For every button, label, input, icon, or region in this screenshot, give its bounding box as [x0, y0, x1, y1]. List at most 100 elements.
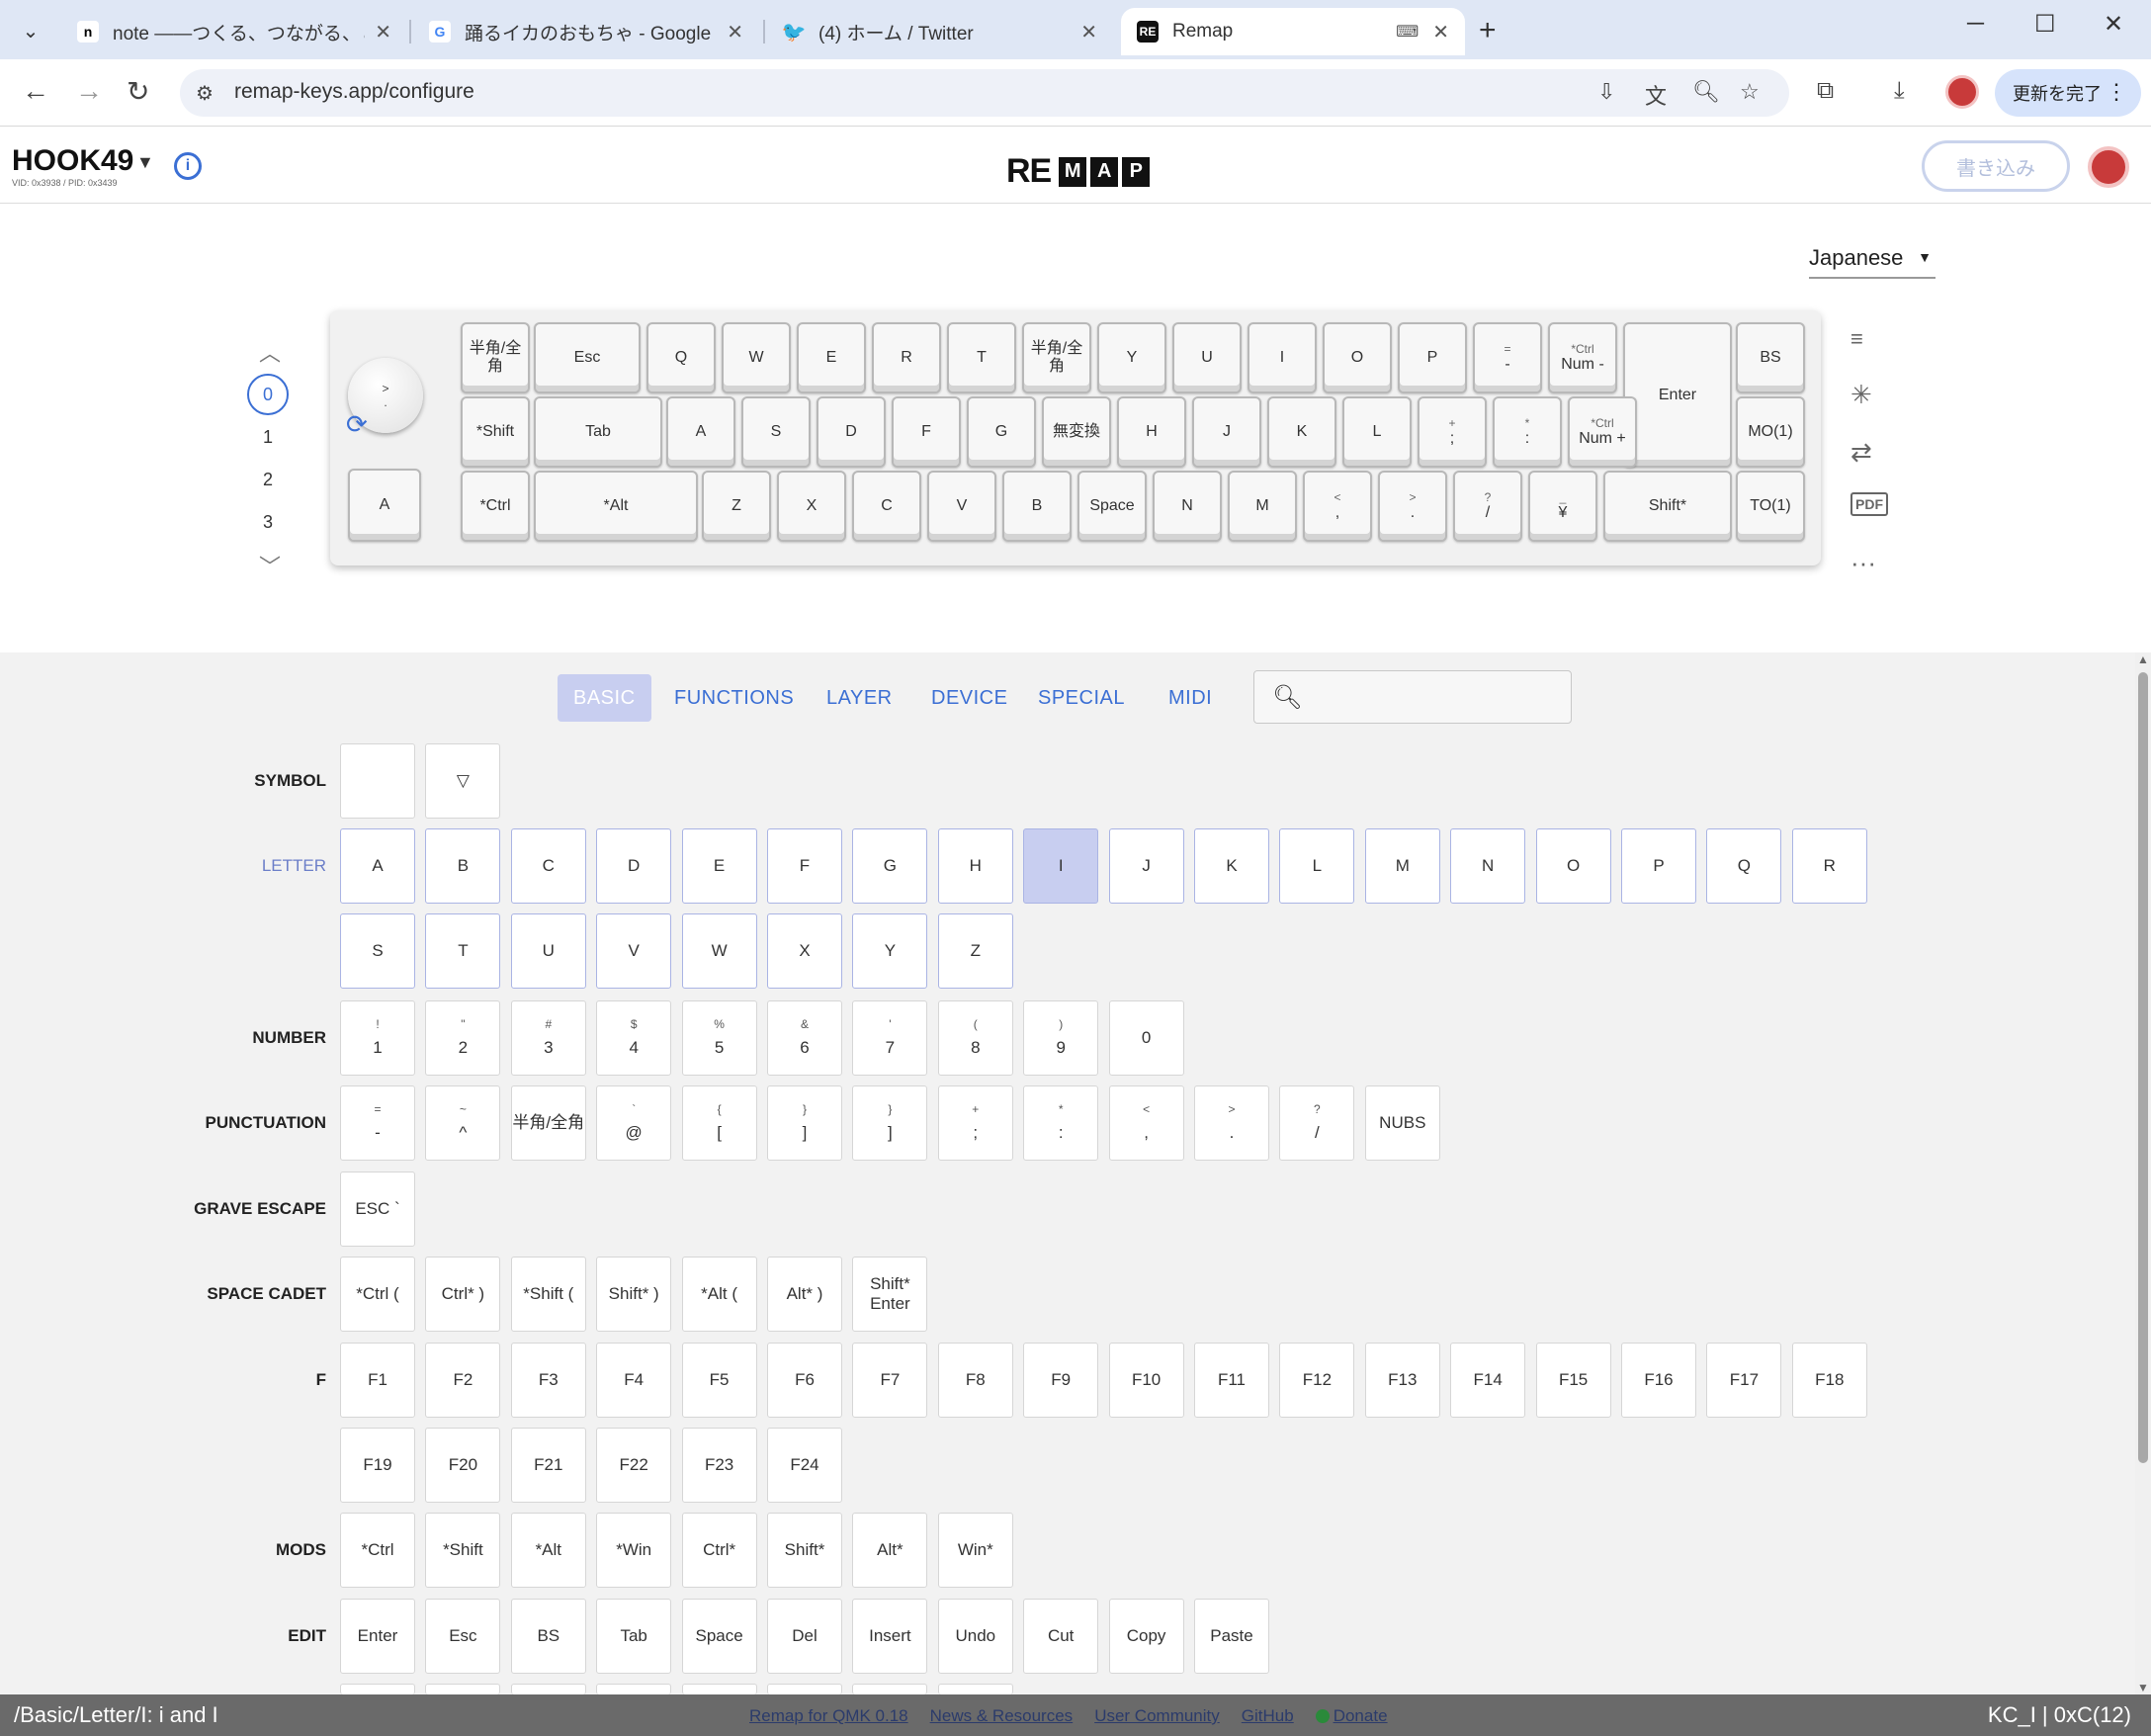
- keyboard-key[interactable]: V: [927, 471, 996, 542]
- forward-icon[interactable]: →: [75, 75, 103, 107]
- modifier-key[interactable]: Ctrl*: [681, 1513, 757, 1588]
- keyboard-key[interactable]: U: [1172, 322, 1242, 393]
- scroll-down-icon[interactable]: ▼: [2137, 1681, 2149, 1694]
- keyboard-key[interactable]: X: [777, 471, 846, 542]
- function-key[interactable]: F10: [1108, 1343, 1184, 1418]
- downloads-icon[interactable]: ⤓: [1894, 77, 1905, 105]
- info-icon[interactable]: i: [174, 152, 202, 180]
- tab-search-icon[interactable]: ⌄: [14, 14, 47, 47]
- keyboard-key[interactable]: N: [1153, 471, 1222, 542]
- update-button[interactable]: 更新を完了 ⋮: [1995, 69, 2141, 117]
- function-key[interactable]: F24: [767, 1428, 842, 1503]
- letter-key[interactable]: B: [425, 828, 501, 904]
- install-app-icon[interactable]: ⇩: [1597, 79, 1615, 105]
- keycode-button[interactable]: [510, 1684, 586, 1694]
- site-settings-icon[interactable]: ⚙: [196, 81, 214, 106]
- close-tab-icon[interactable]: ✕: [1080, 20, 1097, 44]
- layer-1[interactable]: 1: [247, 416, 289, 458]
- number-key[interactable]: $4: [596, 1000, 672, 1076]
- space-cadet-key[interactable]: *Ctrl (: [340, 1257, 415, 1332]
- link-remap-version[interactable]: Remap for QMK 0.18: [749, 1706, 908, 1726]
- modifier-key[interactable]: Alt*: [852, 1513, 928, 1588]
- encoder-key[interactable]: A: [348, 469, 421, 542]
- keyboard-key[interactable]: *Ctrl Num +: [1568, 396, 1637, 468]
- close-tab-icon[interactable]: ✕: [1432, 20, 1449, 44]
- keyboard-key[interactable]: I: [1248, 322, 1317, 393]
- function-key[interactable]: F15: [1535, 1343, 1611, 1418]
- keyboard-dropdown-icon[interactable]: ▼: [136, 152, 154, 173]
- keyboard-key[interactable]: Tab: [534, 396, 662, 468]
- keyboard-name[interactable]: HOOK49: [12, 144, 133, 178]
- list-icon[interactable]: ≡: [1850, 326, 1863, 352]
- punctuation-key[interactable]: }]: [767, 1085, 842, 1161]
- tab-midi[interactable]: MIDI: [1153, 674, 1228, 722]
- keyboard-key[interactable]: Q: [646, 322, 716, 393]
- edit-key[interactable]: Esc: [425, 1599, 501, 1674]
- close-tab-icon[interactable]: ✕: [375, 20, 391, 44]
- keyboard-key[interactable]: 半角/全角: [1022, 322, 1091, 393]
- keycode-button[interactable]: [852, 1684, 928, 1694]
- letter-key[interactable]: N: [1450, 828, 1526, 904]
- keyboard-key[interactable]: +;: [1418, 396, 1487, 468]
- edit-key[interactable]: Undo: [937, 1599, 1013, 1674]
- keyboard-key[interactable]: BS: [1736, 322, 1805, 393]
- function-key[interactable]: F1: [340, 1343, 415, 1418]
- modifier-key[interactable]: *Shift: [425, 1513, 501, 1588]
- edit-key[interactable]: Paste: [1194, 1599, 1269, 1674]
- keyboard-key[interactable]: S: [741, 396, 811, 468]
- profile-avatar[interactable]: [1945, 75, 1979, 109]
- keyboard-key[interactable]: <,: [1303, 471, 1372, 542]
- symbol-key[interactable]: [340, 743, 415, 819]
- letter-key[interactable]: K: [1194, 828, 1269, 904]
- keycode-button[interactable]: [596, 1684, 672, 1694]
- edit-key[interactable]: Enter: [340, 1599, 415, 1674]
- edit-key[interactable]: Del: [767, 1599, 842, 1674]
- letter-key[interactable]: I: [1023, 828, 1099, 904]
- letter-key[interactable]: R: [1791, 828, 1867, 904]
- number-key[interactable]: (8: [937, 1000, 1013, 1076]
- letter-key[interactable]: C: [510, 828, 586, 904]
- link-community[interactable]: User Community: [1094, 1706, 1220, 1726]
- link-donate[interactable]: Donate: [1315, 1706, 1388, 1726]
- number-key[interactable]: 0: [1108, 1000, 1184, 1076]
- encoder-rotate-icon[interactable]: ⟳: [346, 409, 368, 440]
- keyboard-key[interactable]: Enter: [1623, 322, 1732, 468]
- scroll-up-icon[interactable]: ▲: [2137, 652, 2149, 666]
- keyboard-key[interactable]: L: [1342, 396, 1412, 468]
- punctuation-key[interactable]: {[: [681, 1085, 757, 1161]
- layer-3[interactable]: 3: [247, 501, 289, 543]
- keyboard-key[interactable]: F: [892, 396, 961, 468]
- keyboard-key[interactable]: P: [1398, 322, 1467, 393]
- function-key[interactable]: F12: [1279, 1343, 1355, 1418]
- keyboard-key[interactable]: B: [1002, 471, 1072, 542]
- keyboard-key[interactable]: TO(1): [1736, 471, 1805, 542]
- letter-key[interactable]: A: [340, 828, 415, 904]
- letter-key[interactable]: G: [852, 828, 928, 904]
- layer-0[interactable]: 0: [247, 374, 289, 415]
- function-key[interactable]: F22: [596, 1428, 672, 1503]
- keyboard-key[interactable]: A: [666, 396, 735, 468]
- letter-key[interactable]: D: [596, 828, 672, 904]
- keycode-button[interactable]: [425, 1684, 501, 1694]
- keyboard-key[interactable]: W: [722, 322, 791, 393]
- space-cadet-key[interactable]: *Shift (: [510, 1257, 586, 1332]
- letter-key[interactable]: P: [1621, 828, 1696, 904]
- tab-basic[interactable]: BASIC: [558, 674, 651, 722]
- keyboard-key[interactable]: 無変換: [1042, 396, 1111, 468]
- function-key[interactable]: F7: [852, 1343, 928, 1418]
- letter-key[interactable]: Y: [852, 913, 928, 989]
- punctuation-key[interactable]: ? /: [1279, 1085, 1355, 1161]
- scrollbar-thumb[interactable]: [2138, 672, 2148, 1463]
- pdf-icon[interactable]: PDF: [1850, 492, 1888, 516]
- number-key[interactable]: ! 1: [340, 1000, 415, 1076]
- keyboard-key[interactable]: >.: [1378, 471, 1447, 542]
- function-key[interactable]: F2: [425, 1343, 501, 1418]
- punctuation-key[interactable]: }]: [852, 1085, 928, 1161]
- keyboard-key[interactable]: T: [947, 322, 1016, 393]
- write-button[interactable]: 書き込み: [1922, 140, 2070, 192]
- layer-2[interactable]: 2: [247, 459, 289, 500]
- keyboard-key[interactable]: O: [1323, 322, 1392, 393]
- keyboard-key[interactable]: ? /: [1453, 471, 1522, 542]
- function-key[interactable]: F13: [1364, 1343, 1440, 1418]
- keyboard-key[interactable]: MO(1): [1736, 396, 1805, 468]
